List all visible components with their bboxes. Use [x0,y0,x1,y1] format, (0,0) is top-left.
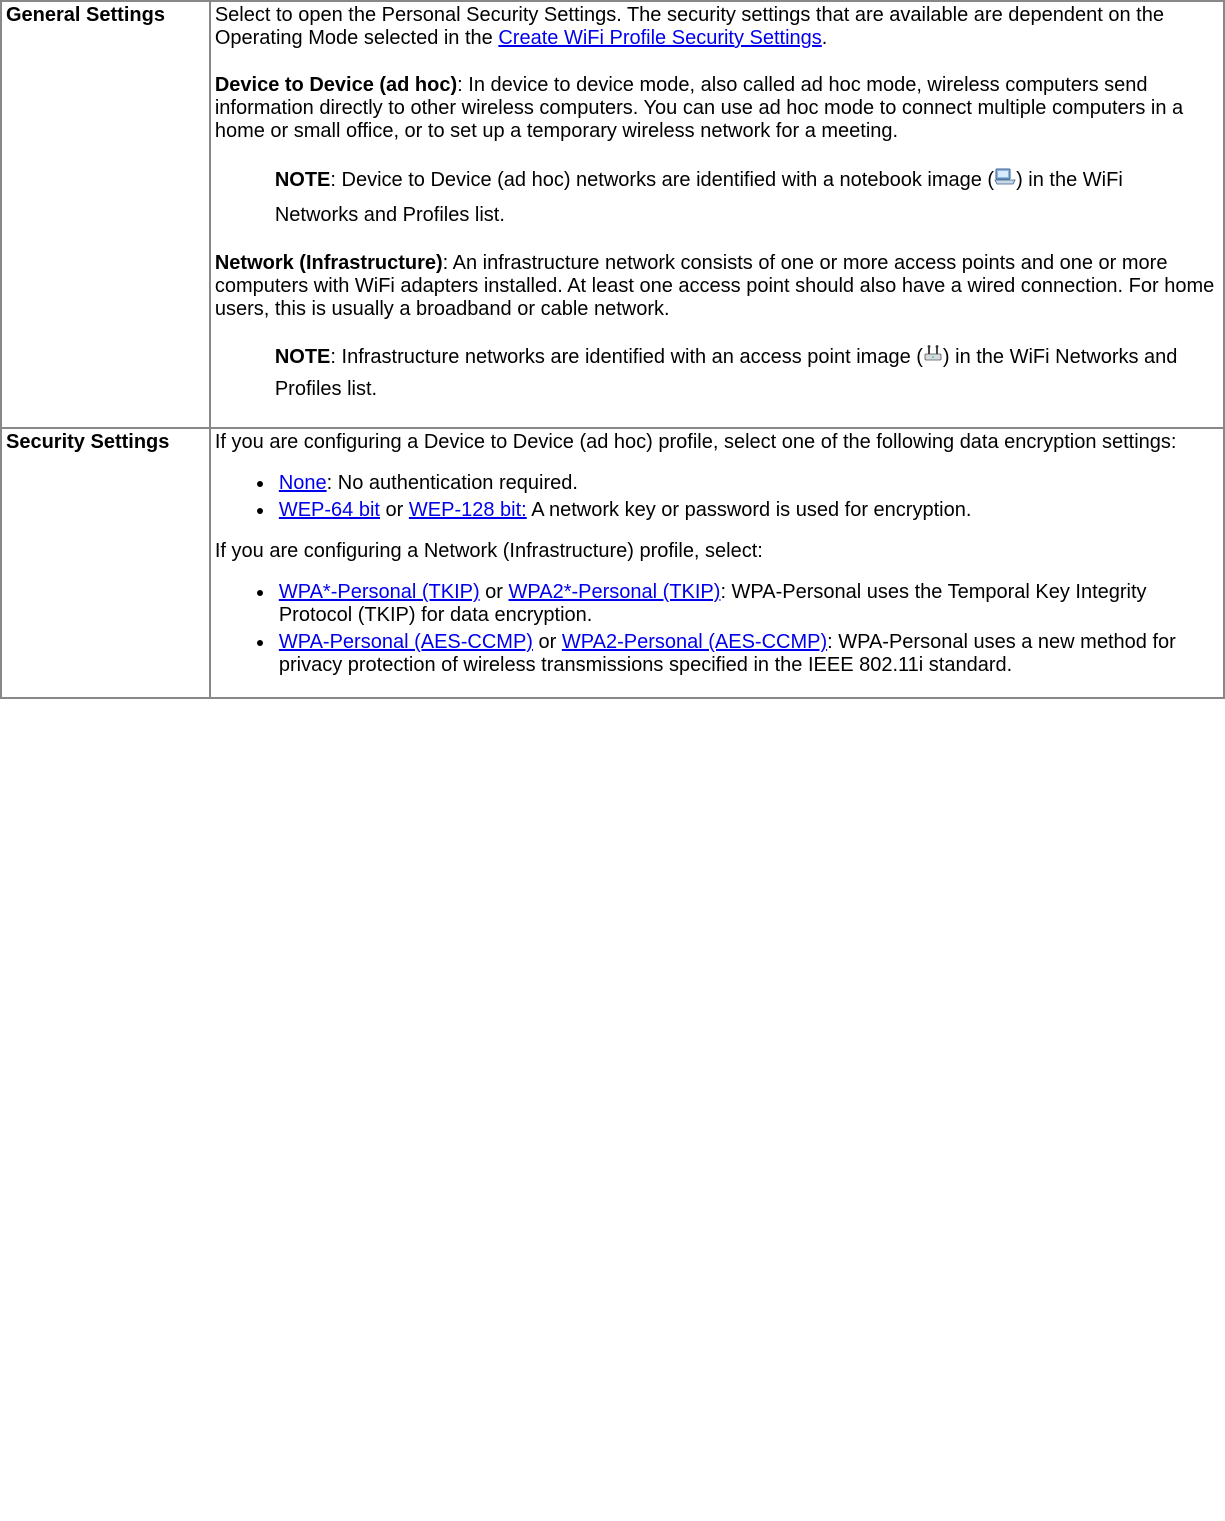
or-text: or [380,499,409,521]
wpa-aes-link[interactable]: WPA-Personal (AES-CCMP) [279,631,533,653]
settings-table: General Settings Select to open the Pers… [0,0,1225,699]
general-settings-row: General Settings Select to open the Pers… [1,1,1224,428]
intro-post-text: . [822,27,828,49]
adhoc-label: Device to Device (ad hoc) [215,74,457,96]
access-point-icon [923,341,943,373]
general-settings-content: Select to open the Personal Security Set… [210,1,1224,428]
list-item: WPA*-Personal (TKIP) or WPA2*-Personal (… [275,581,1219,627]
adhoc-note: NOTE: Device to Device (ad hoc) networks… [275,163,1219,232]
wep64-link[interactable]: WEP-64 bit [279,499,380,521]
adhoc-paragraph: Device to Device (ad hoc): In device to … [215,74,1219,143]
infra-encryption-intro: If you are configuring a Network (Infras… [215,540,1219,563]
infra-note-pre: : Infrastructure networks are identified… [330,346,923,368]
or-text-3: or [533,631,562,653]
list-item: WEP-64 bit or WEP-128 bit: A network key… [275,499,1219,522]
security-settings-label: Security Settings [1,428,210,698]
infra-encryption-list: WPA*-Personal (TKIP) or WPA2*-Personal (… [215,581,1219,677]
adhoc-encryption-intro: If you are configuring a Device to Devic… [215,431,1219,454]
list-item: WPA-Personal (AES-CCMP) or WPA2-Personal… [275,631,1219,677]
wpa2-aes-link[interactable]: WPA2-Personal (AES-CCMP) [562,631,827,653]
adhoc-note-pre: : Device to Device (ad hoc) networks are… [330,169,994,191]
notebook-icon [994,164,1016,198]
or-text-2: or [480,581,509,603]
note-label: NOTE [275,169,331,191]
general-settings-intro: Select to open the Personal Security Set… [215,4,1219,50]
none-text: : No authentication required. [327,472,578,494]
infra-paragraph: Network (Infrastructure): An infrastruct… [215,252,1219,321]
list-item: None: No authentication required. [275,472,1219,495]
infra-label: Network (Infrastructure) [215,252,443,274]
none-link[interactable]: None [279,472,327,494]
general-settings-label: General Settings [1,1,210,428]
wpa2-tkip-link[interactable]: WPA2*-Personal (TKIP) [509,581,721,603]
security-settings-row: Security Settings If you are configuring… [1,428,1224,698]
note-label-2: NOTE [275,346,331,368]
wep128-link[interactable]: WEP-128 bit: [409,499,527,521]
wpa-tkip-link[interactable]: WPA*-Personal (TKIP) [279,581,480,603]
infra-note: NOTE: Infrastructure networks are identi… [275,341,1219,406]
create-wifi-profile-link[interactable]: Create WiFi Profile Security Settings [498,27,821,49]
adhoc-encryption-list: None: No authentication required. WEP-64… [215,472,1219,522]
security-settings-content: If you are configuring a Device to Devic… [210,428,1224,698]
bottom-spacer [0,699,1225,999]
wep-text: A network key or password is used for en… [527,499,972,521]
